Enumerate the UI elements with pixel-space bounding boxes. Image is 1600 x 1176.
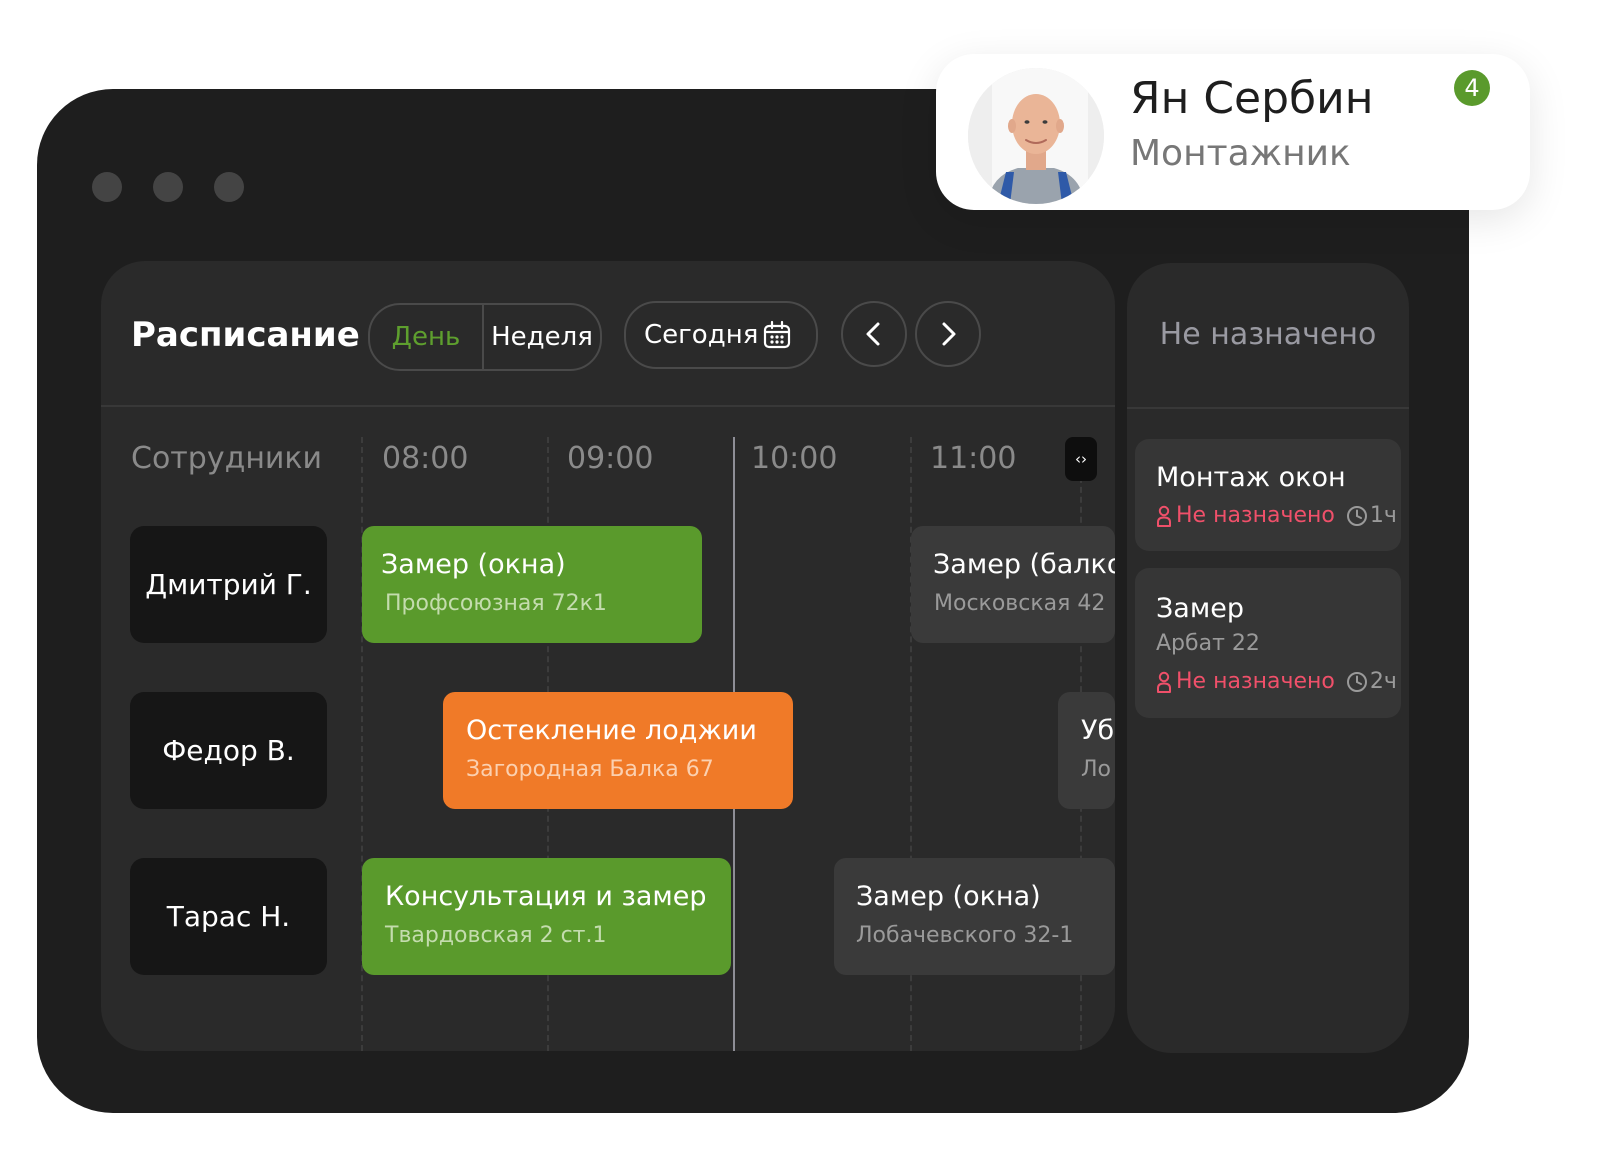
avatar [968, 68, 1104, 204]
event-title: Остекление лоджии [466, 715, 757, 746]
task-status-text: Не назначено [1176, 503, 1335, 528]
task-status: Не назначено 2ч [1156, 667, 1397, 697]
unassigned-task-card[interactable]: Замер Арбат 22 Не назначено 2ч [1135, 568, 1401, 718]
next-day-button[interactable] [915, 301, 981, 367]
today-button[interactable]: Сегодня [624, 301, 818, 369]
calendar-icon [763, 320, 791, 349]
prev-day-button[interactable] [841, 301, 907, 367]
employee-card[interactable]: Федор В. [130, 692, 327, 809]
unassigned-title: Не назначено [1159, 317, 1377, 352]
task-status: Не назначено 1ч [1156, 501, 1397, 531]
view-week-button[interactable]: Неделя [484, 305, 600, 369]
today-label: Сегодня [644, 320, 759, 350]
event-title: Замер (окна) [856, 881, 1041, 912]
profile-name: Ян Сербин [1130, 73, 1374, 124]
page-title: Расписание [131, 315, 360, 355]
unassigned-task-card[interactable]: Монтаж окон Не назначено 1ч [1135, 439, 1401, 551]
event-address: Лобачевского 32-1 [856, 923, 1074, 948]
person-icon [1157, 671, 1171, 693]
task-status-text: Не назначено [1176, 669, 1335, 694]
time-label: 09:00 [567, 441, 654, 476]
event-title: Консультация и замер [385, 881, 707, 912]
event-card[interactable]: Замер (окна) Лобачевского 32-1 [834, 858, 1115, 975]
chevron-right-icon [942, 322, 956, 346]
event-title: Уб [1081, 715, 1115, 746]
person-icon [1157, 505, 1171, 527]
notification-badge: 4 [1454, 70, 1490, 106]
event-card[interactable]: Остекление лоджии Загородная Балка 67 [443, 692, 793, 809]
chevron-left-icon [866, 322, 880, 346]
time-label: 08:00 [382, 441, 469, 476]
event-address: Профсоюзная 72к1 [385, 591, 607, 616]
profile-role: Монтажник [1130, 133, 1351, 174]
time-label: 11:00 [930, 441, 1017, 476]
task-duration: 1ч [1369, 503, 1397, 528]
task-title: Замер [1156, 593, 1244, 624]
event-title: Замер (окна) [381, 549, 566, 580]
user-profile-card[interactable]: Ян Сербин Монтажник 4 [936, 54, 1530, 210]
event-address: Ло [1081, 757, 1112, 782]
event-card[interactable]: Консультация и замер Твардовская 2 ст.1 [362, 858, 731, 975]
unassigned-header: Не назначено [1127, 263, 1409, 409]
task-duration: 2ч [1369, 669, 1397, 694]
employees-header: Сотрудники [131, 441, 323, 476]
employee-card[interactable]: Дмитрий Г. [130, 526, 327, 643]
user-photo-icon [968, 68, 1104, 204]
view-switch: День Неделя [368, 303, 602, 371]
time-label: 10:00 [751, 441, 838, 476]
event-address: Загородная Балка 67 [466, 757, 714, 782]
schedule-toolbar: Расписание День Неделя Сегодня [101, 261, 1115, 407]
schedule-panel: Расписание День Неделя Сегодня Сотрудник… [101, 261, 1115, 1051]
event-card[interactable]: Замер (окна) Профсоюзная 72к1 [362, 526, 702, 643]
clock-icon [1346, 672, 1367, 692]
window-close-dot[interactable] [92, 172, 122, 202]
unassigned-panel: Не назначено Монтаж окон Не назначено 1ч… [1127, 263, 1409, 1053]
event-card[interactable]: Уб Ло [1058, 692, 1115, 809]
window-maximize-dot[interactable] [214, 172, 244, 202]
event-address: Твардовская 2 ст.1 [385, 923, 607, 948]
event-title: Замер (балко [933, 549, 1115, 580]
view-day-button[interactable]: День [370, 305, 484, 369]
event-address: Московская 42 [934, 591, 1106, 616]
event-card[interactable]: Замер (балко Московская 42 [911, 526, 1115, 643]
window-minimize-dot[interactable] [153, 172, 183, 202]
timeline-scroll-handle[interactable]: ‹› [1065, 437, 1097, 481]
clock-icon [1346, 506, 1367, 526]
task-address: Арбат 22 [1156, 631, 1260, 656]
task-title: Монтаж окон [1156, 462, 1346, 493]
employee-card[interactable]: Тарас Н. [130, 858, 327, 975]
